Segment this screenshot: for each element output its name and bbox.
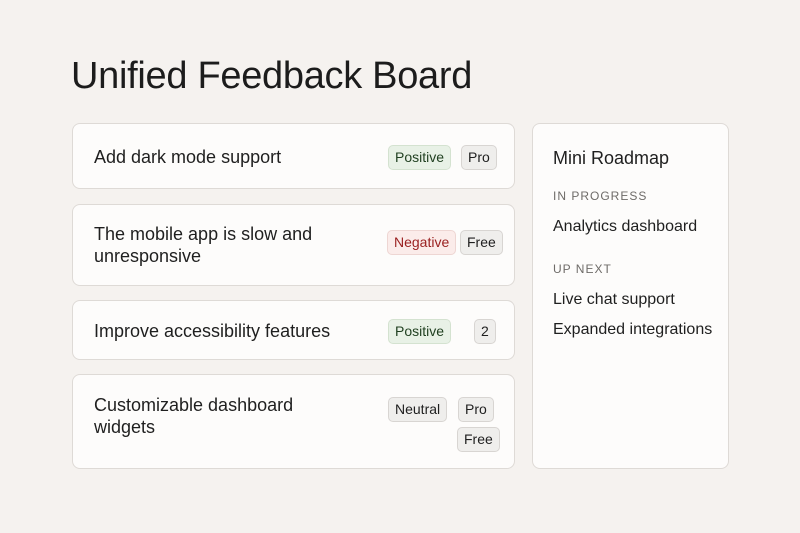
roadmap-item[interactable]: Expanded integrations xyxy=(553,321,712,339)
feedback-card[interactable]: The mobile app is slow and unresponsive … xyxy=(72,204,515,286)
feedback-text: The mobile app is slow and unresponsive xyxy=(94,224,313,266)
feedback-board-page: Unified Feedback Board Add dark mode sup… xyxy=(0,0,800,533)
plan-tag-pro: Pro xyxy=(458,397,494,422)
roadmap-item[interactable]: Live chat support xyxy=(553,291,675,309)
feedback-text: Improve accessibility features xyxy=(94,321,331,341)
feedback-card[interactable]: Improve accessibility features Positive … xyxy=(72,300,515,360)
plan-tag-free: Free xyxy=(457,427,500,452)
up-next-label: UP NEXT xyxy=(553,262,612,276)
page-title: Unified Feedback Board xyxy=(71,55,473,97)
mini-roadmap-panel: Mini Roadmap IN PROGRESS Analytics dashb… xyxy=(532,123,729,469)
plan-tag-pro: Pro xyxy=(461,145,497,170)
feedback-text: Add dark mode support xyxy=(94,147,282,167)
sentiment-badge-positive: Positive xyxy=(388,319,452,344)
sentiment-badge-neutral: Neutral xyxy=(388,397,448,422)
feedback-card[interactable]: Customizable dashboard widgets Neutral P… xyxy=(72,374,515,469)
feedback-card[interactable]: Add dark mode support Positive Pro xyxy=(72,123,515,189)
roadmap-item[interactable]: Analytics dashboard xyxy=(553,218,697,236)
sentiment-badge-positive: Positive xyxy=(388,145,452,170)
in-progress-label: IN PROGRESS xyxy=(553,189,648,203)
sentiment-badge-negative: Negative xyxy=(387,230,457,255)
feedback-text: Customizable dashboard widgets xyxy=(94,395,294,437)
roadmap-title: Mini Roadmap xyxy=(553,148,670,168)
plan-tag-free: Free xyxy=(460,230,503,255)
count-badge: 2 xyxy=(474,319,496,344)
